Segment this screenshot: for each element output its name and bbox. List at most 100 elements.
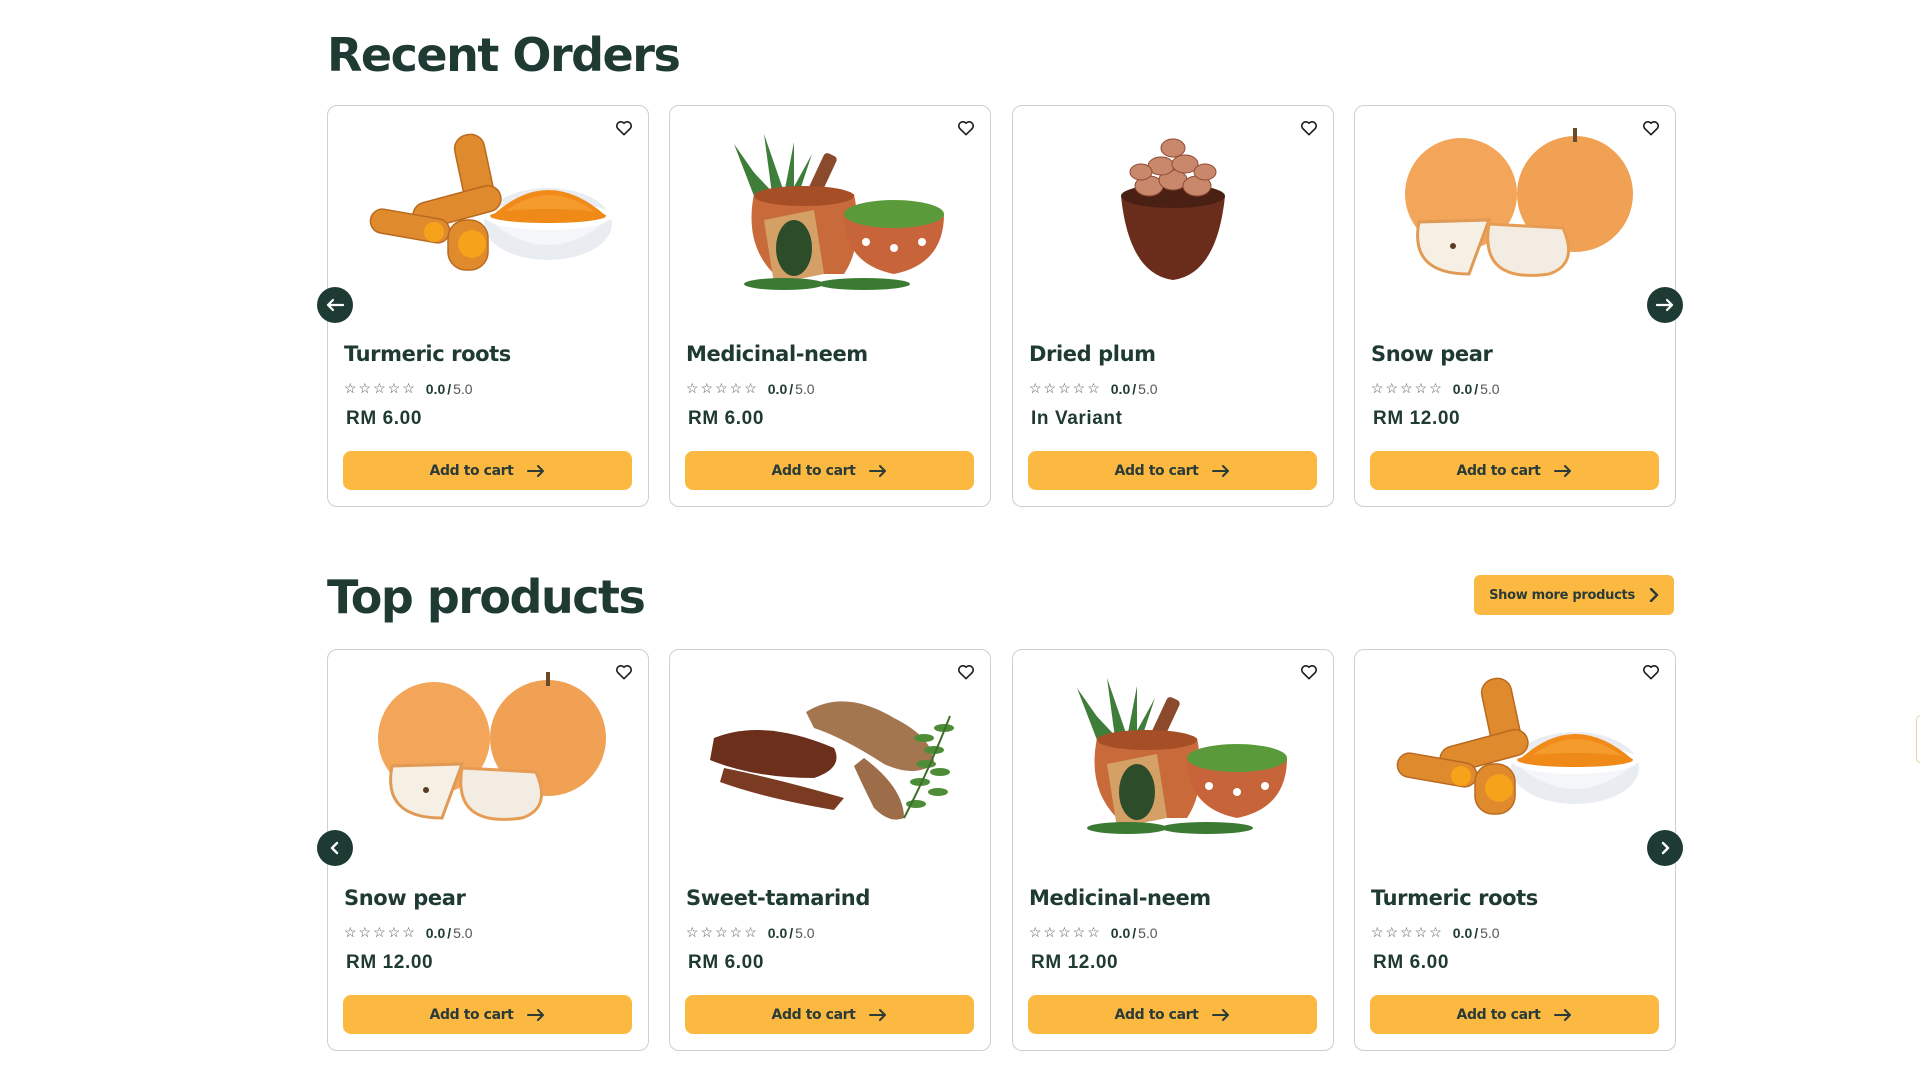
carousel-next-button[interactable]	[1647, 830, 1683, 866]
product-rating: ☆☆☆☆☆ 0.0 / 5.0	[1371, 380, 1500, 397]
add-to-cart-button[interactable]: Add to cart	[1028, 995, 1317, 1034]
product-rating: ☆☆☆☆☆ 0.0 / 5.0	[344, 380, 473, 397]
product-name[interactable]: Snow pear	[1371, 342, 1493, 366]
product-card[interactable]: Medicinal-neem ☆☆☆☆☆ 0.0 / 5.0 RM 12.00 …	[1012, 649, 1334, 1051]
arrow-right-icon	[527, 465, 545, 477]
product-name[interactable]: Medicinal-neem	[1029, 886, 1211, 910]
rating-max: 5.0	[1138, 924, 1158, 941]
add-to-cart-button[interactable]: Add to cart	[1370, 451, 1659, 490]
rating-score: 0.0	[1452, 380, 1473, 397]
product-image[interactable]	[352, 668, 624, 838]
recent-orders-carousel: Turmeric roots ☆☆☆☆☆ 0.0 / 5.0 RM 6.00 A…	[327, 105, 1676, 507]
add-to-cart-label: Add to cart	[1456, 462, 1541, 479]
product-card[interactable]: Turmeric roots ☆☆☆☆☆ 0.0 / 5.0 RM 6.00 A…	[327, 105, 649, 507]
product-rating: ☆☆☆☆☆ 0.0 / 5.0	[1029, 924, 1158, 941]
product-name[interactable]: Dried plum	[1029, 342, 1156, 366]
carousel-prev-button[interactable]	[317, 287, 353, 323]
top-products-carousel: Snow pear ☆☆☆☆☆ 0.0 / 5.0 RM 12.00 Add t…	[327, 649, 1676, 1051]
add-to-cart-label: Add to cart	[1114, 462, 1199, 479]
rating-separator: /	[1132, 380, 1137, 397]
product-image[interactable]	[694, 668, 966, 838]
rating-separator: /	[1474, 380, 1479, 397]
add-to-cart-label: Add to cart	[771, 1006, 856, 1023]
rating-score: 0.0	[1110, 924, 1131, 941]
add-to-cart-button[interactable]: Add to cart	[1028, 451, 1317, 490]
product-card[interactable]: Snow pear ☆☆☆☆☆ 0.0 / 5.0 RM 12.00 Add t…	[327, 649, 649, 1051]
rating-score: 0.0	[1452, 924, 1473, 941]
product-name[interactable]: Turmeric roots	[344, 342, 511, 366]
rating-separator: /	[789, 924, 794, 941]
add-to-cart-label: Add to cart	[1114, 1006, 1199, 1023]
carousel-prev-button[interactable]	[317, 830, 353, 866]
product-price: RM 6.00	[688, 408, 765, 429]
chevron-right-icon	[1661, 841, 1670, 855]
product-name[interactable]: Sweet-tamarind	[686, 886, 870, 910]
section-title: Recent Orders	[327, 28, 681, 82]
product-rating: ☆☆☆☆☆ 0.0 / 5.0	[686, 924, 815, 941]
chevron-right-icon	[1649, 588, 1659, 602]
add-to-cart-button[interactable]: Add to cart	[343, 451, 632, 490]
product-card[interactable]: Snow pear ☆☆☆☆☆ 0.0 / 5.0 RM 12.00 Add t…	[1354, 105, 1676, 507]
rating-separator: /	[447, 924, 452, 941]
star-rating-icon: ☆☆☆☆☆	[1371, 380, 1444, 396]
product-price: In Variant	[1031, 408, 1123, 429]
product-name[interactable]: Medicinal-neem	[686, 342, 868, 366]
product-price: RM 6.00	[1373, 952, 1450, 973]
product-image[interactable]	[352, 124, 624, 294]
add-to-cart-button[interactable]: Add to cart	[685, 995, 974, 1034]
arrow-right-icon	[1212, 1009, 1230, 1021]
rating-score: 0.0	[425, 380, 446, 397]
product-card[interactable]: Turmeric roots ☆☆☆☆☆ 0.0 / 5.0 RM 6.00 A…	[1354, 649, 1676, 1051]
add-to-cart-label: Add to cart	[1456, 1006, 1541, 1023]
product-price: RM 6.00	[688, 952, 765, 973]
arrow-right-icon	[1212, 465, 1230, 477]
product-image[interactable]	[1379, 124, 1651, 294]
arrow-right-icon	[1655, 298, 1674, 312]
arrow-right-icon	[527, 1009, 545, 1021]
add-to-cart-label: Add to cart	[429, 462, 514, 479]
rating-max: 5.0	[795, 380, 815, 397]
star-rating-icon: ☆☆☆☆☆	[1371, 924, 1444, 940]
star-rating-icon: ☆☆☆☆☆	[344, 380, 417, 396]
rating-max: 5.0	[453, 380, 473, 397]
show-more-products-button[interactable]: Show more products	[1474, 575, 1674, 615]
add-to-cart-button[interactable]: Add to cart	[1370, 995, 1659, 1034]
top-products-section: Top products Show more products Snow pea…	[317, 570, 1683, 1060]
rating-max: 5.0	[1138, 380, 1158, 397]
arrow-right-icon	[869, 465, 887, 477]
product-price: RM 6.00	[346, 408, 423, 429]
rating-max: 5.0	[1480, 924, 1500, 941]
carousel-next-button[interactable]	[1647, 287, 1683, 323]
product-image[interactable]	[1037, 668, 1309, 838]
arrow-left-icon	[326, 298, 345, 312]
product-price: RM 12.00	[1031, 952, 1119, 973]
star-rating-icon: ☆☆☆☆☆	[686, 924, 759, 940]
rating-score: 0.0	[767, 924, 788, 941]
product-name[interactable]: Turmeric roots	[1371, 886, 1538, 910]
rating-score: 0.0	[1110, 380, 1131, 397]
product-card[interactable]: Dried plum ☆☆☆☆☆ 0.0 / 5.0 In Variant Ad…	[1012, 105, 1334, 507]
rating-separator: /	[1474, 924, 1479, 941]
product-image[interactable]	[1379, 668, 1651, 838]
arrow-right-icon	[1554, 465, 1572, 477]
product-card[interactable]: Medicinal-neem ☆☆☆☆☆ 0.0 / 5.0 RM 6.00 A…	[669, 105, 991, 507]
rating-separator: /	[1132, 924, 1137, 941]
product-name[interactable]: Snow pear	[344, 886, 466, 910]
add-to-cart-button[interactable]: Add to cart	[685, 451, 974, 490]
chevron-left-icon	[330, 841, 339, 855]
product-rating: ☆☆☆☆☆ 0.0 / 5.0	[344, 924, 473, 941]
product-rating: ☆☆☆☆☆ 0.0 / 5.0	[1029, 380, 1158, 397]
star-rating-icon: ☆☆☆☆☆	[1029, 924, 1102, 940]
product-card[interactable]: Sweet-tamarind ☆☆☆☆☆ 0.0 / 5.0 RM 6.00 A…	[669, 649, 991, 1051]
product-price: RM 12.00	[1373, 408, 1461, 429]
star-rating-icon: ☆☆☆☆☆	[344, 924, 417, 940]
product-image[interactable]	[1037, 124, 1309, 294]
rating-score: 0.0	[767, 380, 788, 397]
rating-max: 5.0	[795, 924, 815, 941]
recent-orders-section: Recent Orders Turmeric roots ☆☆☆☆☆ 0.0 /…	[317, 28, 1683, 508]
product-image[interactable]	[694, 124, 966, 294]
arrow-right-icon	[1554, 1009, 1572, 1021]
rating-score: 0.0	[425, 924, 446, 941]
side-drawer-tab[interactable]	[1916, 715, 1920, 763]
add-to-cart-button[interactable]: Add to cart	[343, 995, 632, 1034]
